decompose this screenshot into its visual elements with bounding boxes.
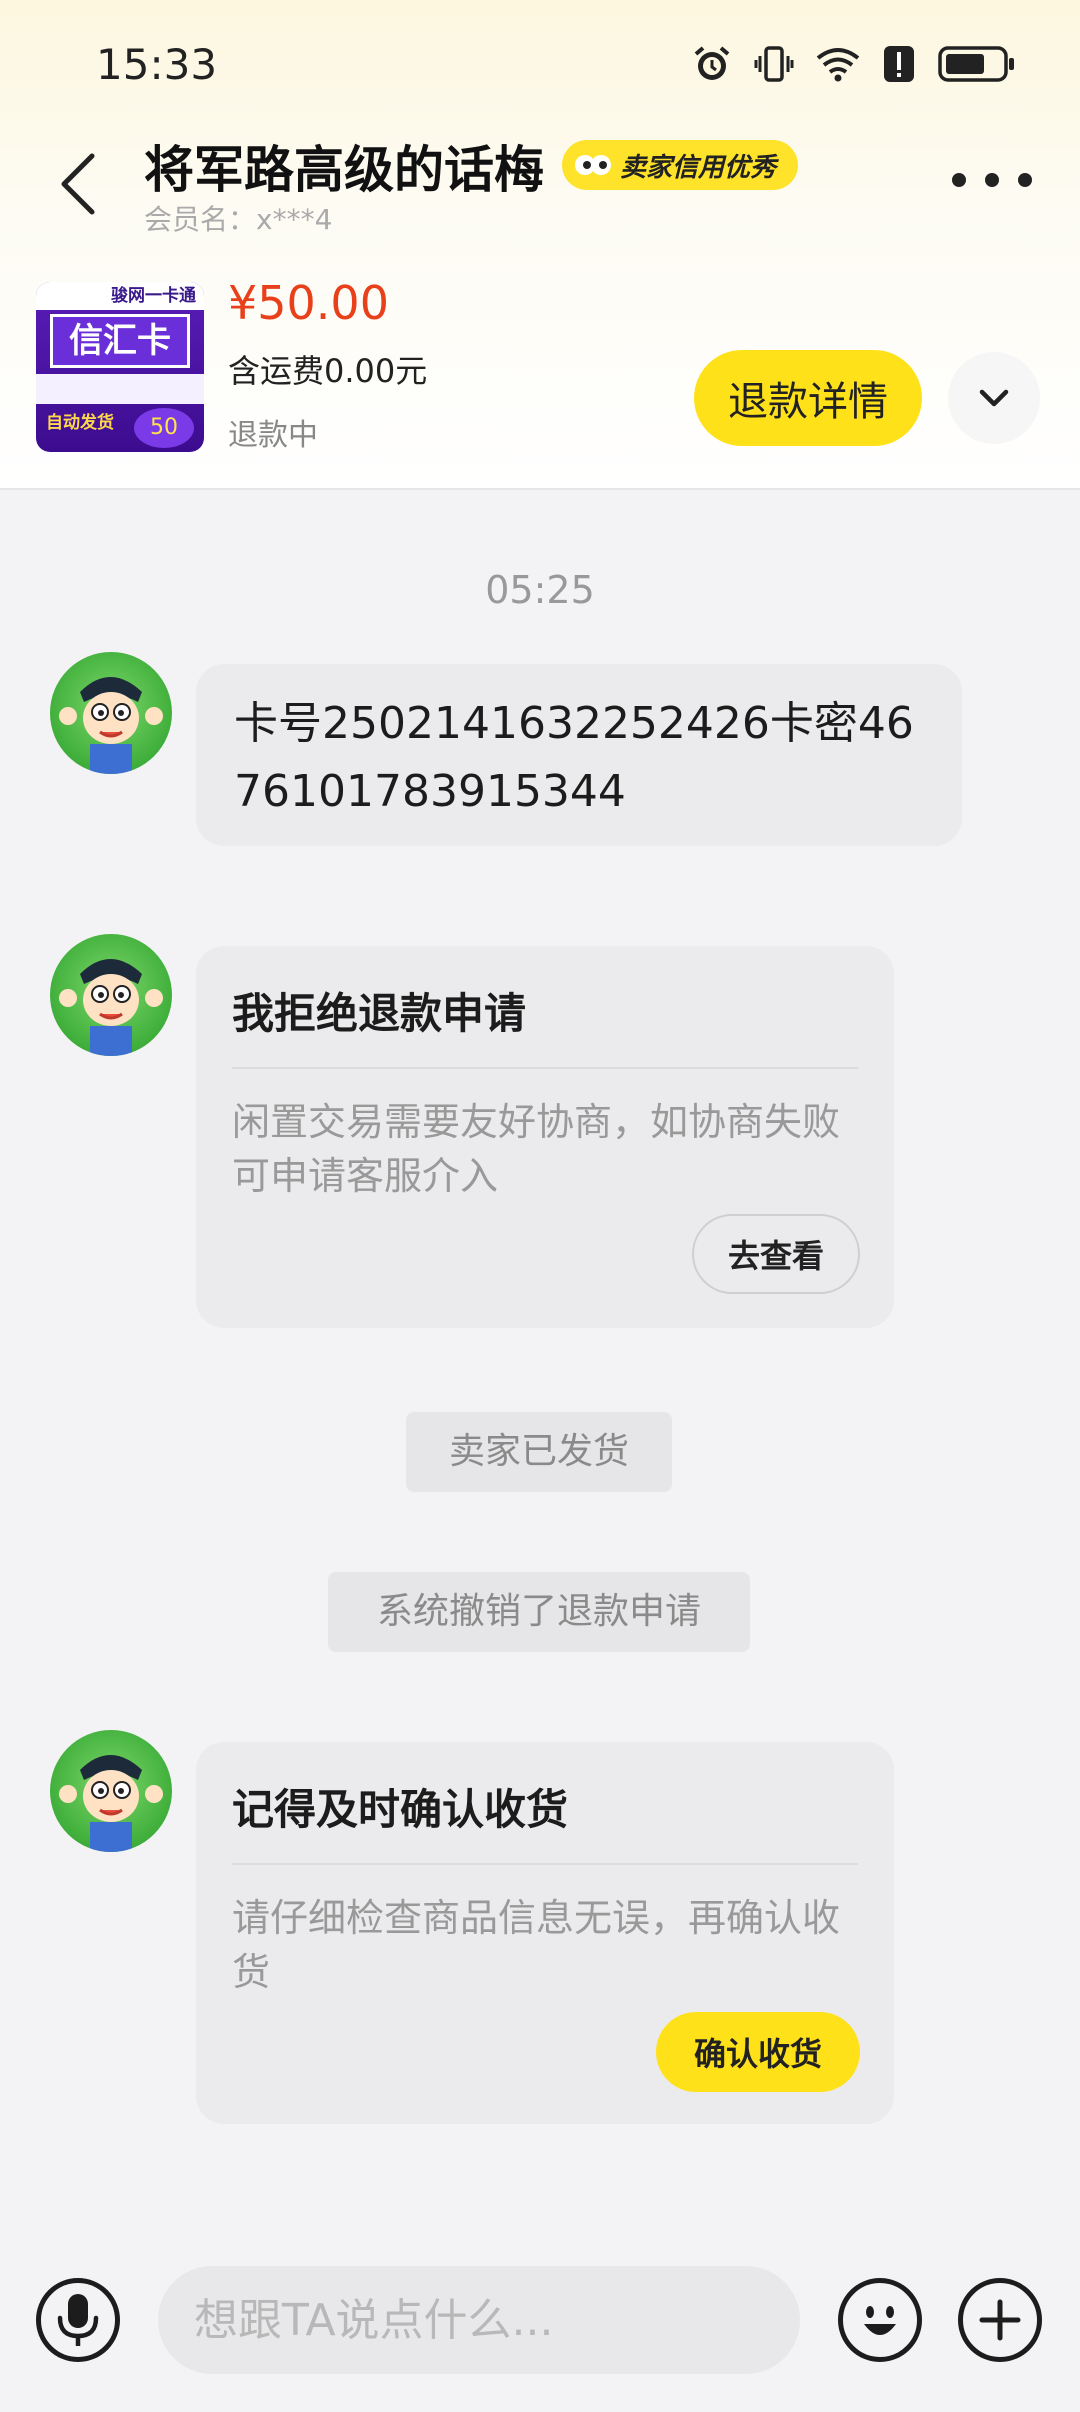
- system-message: 系统撤销了退款申请: [328, 1572, 750, 1652]
- cartoon-avatar-icon: [59, 959, 163, 1056]
- chevron-left-icon: [61, 153, 95, 215]
- view-button[interactable]: 去查看: [691, 1214, 860, 1294]
- refund-rejected-card: 我拒绝退款申请 闲置交易需要友好协商，如协商失败可申请客服介入 去查看: [196, 946, 894, 1328]
- cartoon-avatar-icon: [59, 677, 163, 774]
- more-button[interactable]: [952, 160, 1032, 200]
- vibrate-icon: [754, 44, 794, 84]
- avatar[interactable]: [50, 934, 172, 1056]
- credit-badge-label: 卖家信用优秀: [620, 152, 777, 183]
- microphone-icon: [57, 2294, 99, 2346]
- alarm-icon: [692, 44, 732, 84]
- eyes-icon: [574, 150, 612, 180]
- refund-details-button[interactable]: 退款详情: [694, 350, 922, 446]
- plus-icon: [979, 2299, 1021, 2341]
- expand-button[interactable]: [948, 352, 1040, 444]
- confirm-receipt-button[interactable]: 确认收货: [655, 2012, 860, 2092]
- dot-icon: [1018, 173, 1032, 187]
- thumb-band: [36, 374, 204, 404]
- status-icons: [692, 44, 1016, 84]
- product-thumbnail[interactable]: 骏网一卡通 信汇卡 自动发货 50: [36, 282, 204, 452]
- status-time: 15:33: [96, 40, 218, 89]
- warning-icon: [882, 44, 916, 84]
- product-price: ¥50.00: [228, 276, 389, 330]
- card-description: 请仔细检查商品信息无误，再确认收货: [232, 1896, 841, 1994]
- system-message: 卖家已发货: [406, 1412, 672, 1492]
- chevron-down-icon: [979, 389, 1009, 407]
- message-text: 卡号2502141632252426卡密4676101783915344: [234, 698, 914, 817]
- seller-name[interactable]: 将军路高级的话梅: [144, 130, 544, 202]
- thumb-title: 信汇卡: [50, 314, 190, 368]
- avatar[interactable]: [50, 1730, 172, 1852]
- card-title: 记得及时确认收货: [232, 1785, 569, 1834]
- voice-button[interactable]: [36, 2278, 120, 2362]
- card-description: 闲置交易需要友好协商，如协商失败可申请客服介入: [232, 1100, 841, 1198]
- thumb-brand: 骏网一卡通: [36, 282, 204, 310]
- member-id: 会员名：x***4: [144, 203, 333, 236]
- cartoon-avatar-icon: [59, 1755, 163, 1852]
- refund-status: 退款中: [228, 418, 318, 453]
- card-title: 我拒绝退款申请: [232, 989, 527, 1038]
- plus-button[interactable]: [958, 2278, 1042, 2362]
- smiley-icon: [864, 2306, 896, 2335]
- thumb-amount: 50: [134, 408, 194, 448]
- message-input[interactable]: [158, 2266, 800, 2374]
- shipping-fee: 含运费0.00元: [228, 352, 428, 390]
- status-bar: 15:33: [0, 0, 1080, 130]
- avatar[interactable]: [50, 652, 172, 774]
- dot-icon: [952, 173, 966, 187]
- back-button[interactable]: [48, 148, 108, 220]
- dot-icon: [985, 173, 999, 187]
- emoji-button[interactable]: [838, 2278, 922, 2362]
- credit-badge[interactable]: 卖家信用优秀: [562, 140, 799, 190]
- wifi-icon: [816, 44, 860, 84]
- chat-timestamp: 05:25: [485, 568, 595, 612]
- thumb-auto-delivery: 自动发货: [46, 413, 114, 433]
- battery-icon: [938, 44, 1016, 84]
- message-bubble[interactable]: 卡号2502141632252426卡密4676101783915344: [196, 664, 962, 846]
- confirm-receipt-card: 记得及时确认收货 请仔细检查商品信息无误，再确认收货 确认收货: [196, 1742, 894, 2124]
